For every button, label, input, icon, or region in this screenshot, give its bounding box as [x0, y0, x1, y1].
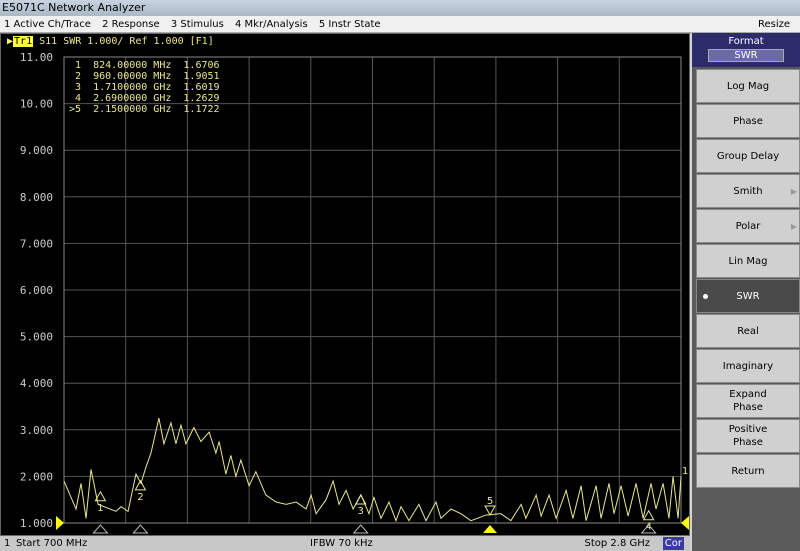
format-group-delay-button[interactable]: Group Delay [696, 139, 800, 173]
panel-title: Format [728, 36, 764, 47]
y-tick-label: 5.000 [20, 331, 53, 344]
y-tick-label: 6.000 [20, 284, 53, 297]
trace-end-label: 1 [682, 466, 688, 477]
marker-axis-icon [132, 524, 149, 534]
reference-right-icon [681, 516, 689, 530]
button-label: Real [737, 325, 759, 337]
y-tick-label: 8.000 [20, 191, 53, 204]
marker-icon [484, 505, 496, 517]
format-expand-phase-button[interactable]: Expand Phase [696, 384, 800, 418]
softkey-panel: Format SWR Log Mag Phase Group Delay Smith ▶… [692, 33, 800, 551]
trace-header: ▶Tr1 S11 SWR 1.000/ Ref 1.000 [F1] [7, 36, 214, 47]
submenu-arrow-icon: ▶ [790, 221, 797, 231]
marker-label: >5 [69, 104, 94, 115]
ifbw[interactable]: IFBW 70 kHz [310, 536, 373, 551]
marker-number: 3 [358, 506, 364, 517]
y-tick-label: 7.000 [20, 237, 53, 250]
trace-id[interactable]: Tr1 [13, 36, 34, 47]
marker-frequency: 824.00000 MHz [93, 60, 184, 71]
button-label: Positive Phase [728, 424, 768, 448]
y-tick-label: 1.000 [20, 517, 53, 530]
menu-active-ch-trace[interactable]: 1 Active Ch/Trace [4, 19, 91, 30]
window-title-bar: E5071C Network Analyzer [0, 0, 800, 16]
button-label: Imaginary [722, 360, 774, 372]
marker-label: 4 [69, 93, 94, 104]
y-tick-label: 10.00 [20, 98, 53, 111]
marker-frequency: 1.7100000 GHz [93, 82, 184, 93]
format-phase-button[interactable]: Phase [696, 104, 800, 138]
marker-value: 1.6019 [183, 82, 220, 93]
marker-axis-icon [352, 524, 369, 534]
marker-number: 1 [97, 503, 103, 514]
menu-stimulus[interactable]: 3 Stimulus [171, 19, 224, 30]
marker-value: 1.2629 [183, 93, 220, 104]
format-swr-button[interactable]: SWR [696, 279, 800, 313]
marker-row: >5 2.1500000 GHz 1.1722 [69, 104, 220, 115]
submenu-arrow-icon: ▶ [790, 186, 797, 196]
marker-icon [642, 509, 655, 521]
button-label: SWR [736, 290, 760, 302]
format-value: SWR [708, 49, 784, 62]
format-real-button[interactable]: Real [696, 314, 800, 348]
format-log-mag-button[interactable]: Log Mag [696, 69, 800, 103]
marker-label: 2 [69, 71, 94, 82]
button-label: Return [731, 465, 765, 477]
menu-instr-state[interactable]: 5 Instr State [319, 19, 381, 30]
button-label: Lin Mag [728, 255, 768, 267]
button-label: Smith [733, 185, 763, 197]
marker-label: 3 [69, 82, 94, 93]
marker-frequency: 2.6900000 GHz [93, 93, 184, 104]
stop-frequency[interactable]: Stop 2.8 GHz [584, 536, 650, 551]
marker-value: 1.1722 [183, 104, 220, 115]
marker-number: 5 [487, 496, 493, 507]
format-positive-phase-button[interactable]: Positive Phase [696, 419, 800, 453]
marker-row: 4 2.6900000 GHz 1.2629 [69, 93, 220, 104]
marker-row: 3 1.7100000 GHz 1.6019 [69, 82, 220, 93]
marker-axis-icon [92, 524, 109, 534]
marker-value: 1.9051 [183, 71, 220, 82]
button-label: Log Mag [726, 80, 770, 92]
format-smith-button[interactable]: Smith ▶ [696, 174, 800, 208]
format-imaginary-button[interactable]: Imaginary [696, 349, 800, 383]
marker-axis-active-icon [483, 525, 498, 533]
start-frequency[interactable]: Start 700 MHz [16, 536, 87, 551]
button-label: Expand Phase [729, 389, 767, 413]
y-tick-label: 9.000 [20, 144, 53, 157]
marker-table: 1 824.00000 MHz 1.6706 2 960.00000 MHz 1… [69, 60, 220, 115]
status-bar: 1 Start 700 MHz IFBW 70 kHz Stop 2.8 GHz… [0, 536, 690, 551]
marker-row: 2 960.00000 MHz 1.9051 [69, 71, 220, 82]
button-label: Phase [733, 115, 763, 127]
reference-left-icon [56, 516, 64, 530]
menu-mkr-analysis[interactable]: 4 Mkr/Analysis [235, 19, 308, 30]
button-label: Group Delay [716, 150, 780, 162]
trace-display[interactable]: 11.00 10.00 9.000 8.000 7.000 6.000 5.000 4.000… [0, 33, 690, 536]
marker-label: 1 [69, 60, 94, 71]
window-title: E5071C Network Analyzer [2, 1, 146, 14]
button-label: Polar [735, 220, 761, 232]
marker-row: 1 824.00000 MHz 1.6706 [69, 60, 220, 71]
format-return-button[interactable]: Return [696, 454, 800, 488]
trace-info: S11 SWR 1.000/ Ref 1.000 [F1] [39, 36, 214, 47]
y-tick-label: 3.000 [20, 424, 53, 437]
menu-response[interactable]: 2 Response [102, 19, 160, 30]
marker-frequency: 2.1500000 GHz [93, 104, 184, 115]
marker-number: 2 [137, 492, 143, 503]
format-polar-button[interactable]: Polar ▶ [696, 209, 800, 243]
format-header: Format SWR [692, 33, 800, 67]
correction-badge: Cor [662, 537, 684, 550]
marker-value: 1.6706 [183, 60, 220, 71]
format-lin-mag-button[interactable]: Lin Mag [696, 244, 800, 278]
y-tick-label: 4.000 [20, 377, 53, 390]
y-tick-label: 11.00 [20, 51, 53, 64]
resize-button[interactable]: Resize [758, 16, 790, 33]
menu-bar: 1 Active Ch/Trace 2 Response 3 Stimulus … [0, 16, 800, 33]
channel-number: 1 [4, 538, 11, 549]
marker-frequency: 960.00000 MHz [93, 71, 184, 82]
y-tick-label: 2.000 [20, 470, 53, 483]
selected-dot-icon [703, 293, 708, 299]
